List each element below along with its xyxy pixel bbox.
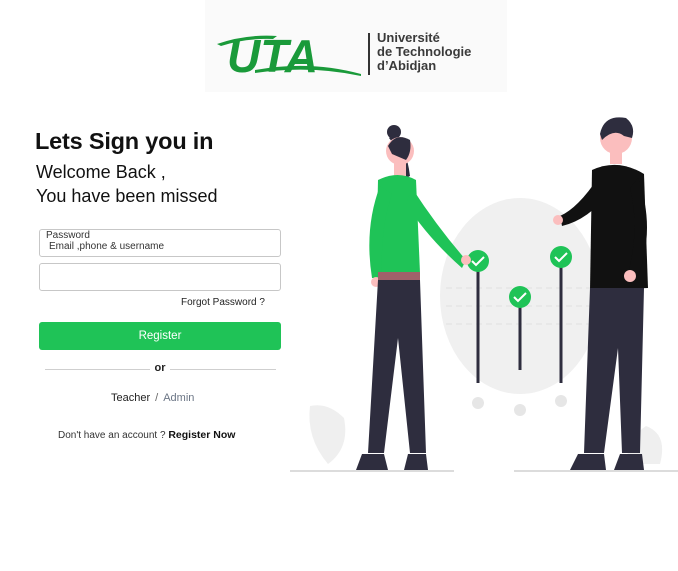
welcome-line: You have been missed bbox=[36, 186, 218, 206]
logo-line: Université bbox=[377, 30, 440, 45]
divider-line bbox=[45, 369, 150, 370]
divider-line bbox=[170, 369, 276, 370]
role-switcher: Teacher / Admin bbox=[111, 392, 194, 404]
role-admin-link[interactable]: Admin bbox=[163, 392, 194, 404]
signup-prompt-text: Don't have an account ? bbox=[58, 430, 166, 441]
role-teacher-link[interactable]: Teacher bbox=[111, 392, 150, 404]
register-now-link[interactable]: Register Now bbox=[168, 429, 235, 441]
password-field bbox=[39, 263, 285, 291]
page-title: Lets Sign you in bbox=[35, 128, 214, 154]
sign-in-illustration bbox=[290, 117, 678, 472]
register-button[interactable]: Register bbox=[39, 322, 281, 350]
forgot-password-link[interactable]: Forgot Password ? bbox=[181, 297, 265, 308]
logo-line: d’Abidjan bbox=[377, 58, 437, 73]
signup-prompt: Don't have an account ? Register Now bbox=[58, 429, 235, 441]
identifier-input[interactable] bbox=[40, 238, 285, 254]
leaf-decoration bbox=[309, 405, 346, 464]
or-separator: or bbox=[154, 362, 166, 374]
welcome-message: Welcome Back , You have been missed bbox=[36, 160, 217, 208]
check-icon bbox=[550, 246, 572, 268]
logo-divider bbox=[368, 33, 370, 75]
identifier-field: Password bbox=[39, 229, 285, 257]
check-icon bbox=[509, 286, 531, 308]
logo-line: de Technologie bbox=[377, 44, 472, 59]
password-input[interactable] bbox=[40, 268, 285, 284]
logo: UTA Université de Technologie d’Abidjan bbox=[205, 0, 507, 92]
logo-wordmark: Université de Technologie d’Abidjan bbox=[377, 31, 471, 73]
role-separator: / bbox=[155, 392, 159, 404]
welcome-line: Welcome Back , bbox=[36, 162, 166, 182]
uta-logo-mark: UTA bbox=[217, 30, 361, 78]
